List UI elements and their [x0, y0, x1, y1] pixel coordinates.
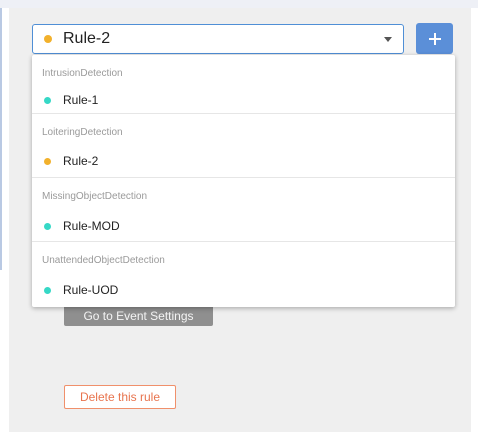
dropdown-group-loitering: LoiteringDetection Rule-2	[32, 113, 455, 177]
rule-select-value: Rule-2	[63, 30, 111, 47]
dropdown-option-rule-2[interactable]: Rule-2	[32, 148, 455, 174]
option-label: Rule-2	[63, 154, 99, 168]
dropdown-option-rule-mod[interactable]: Rule-MOD	[32, 213, 455, 239]
top-strip	[0, 0, 478, 8]
rule-dropdown-menu: IntrusionDetection Rule-1 LoiteringDetec…	[32, 55, 455, 307]
dropdown-group-intrusion: IntrusionDetection Rule-1	[32, 55, 455, 119]
option-label: Rule-UOD	[63, 283, 119, 297]
plus-icon	[428, 32, 441, 45]
dropdown-group-unattended-object: UnattendedObjectDetection Rule-UOD	[32, 241, 455, 305]
rule-status-dot	[44, 35, 52, 43]
group-label: MissingObjectDetection	[42, 191, 148, 202]
page: Rule-2 IntrusionDetection Rule-1 Loiteri…	[0, 0, 478, 432]
rule-status-dot	[44, 96, 51, 104]
rule-select[interactable]: Rule-2	[32, 24, 404, 54]
option-label: Rule-MOD	[63, 219, 120, 233]
dropdown-group-missing-object: MissingObjectDetection Rule-MOD	[32, 177, 455, 241]
group-label: LoiteringDetection	[42, 127, 123, 138]
dropdown-option-rule-uod[interactable]: Rule-UOD	[32, 277, 455, 303]
dropdown-option-rule-1[interactable]: Rule-1	[32, 87, 455, 113]
group-label: IntrusionDetection	[42, 68, 123, 79]
left-edge-strip	[0, 8, 2, 270]
rule-status-dot	[44, 286, 51, 294]
add-rule-button[interactable]	[416, 23, 453, 54]
chevron-down-icon[interactable]	[384, 37, 392, 42]
option-label: Rule-1	[63, 93, 99, 107]
rule-status-dot	[44, 222, 51, 230]
rule-status-dot	[44, 157, 51, 165]
delete-rule-button[interactable]: Delete this rule	[64, 385, 176, 409]
group-label: UnattendedObjectDetection	[42, 255, 165, 266]
